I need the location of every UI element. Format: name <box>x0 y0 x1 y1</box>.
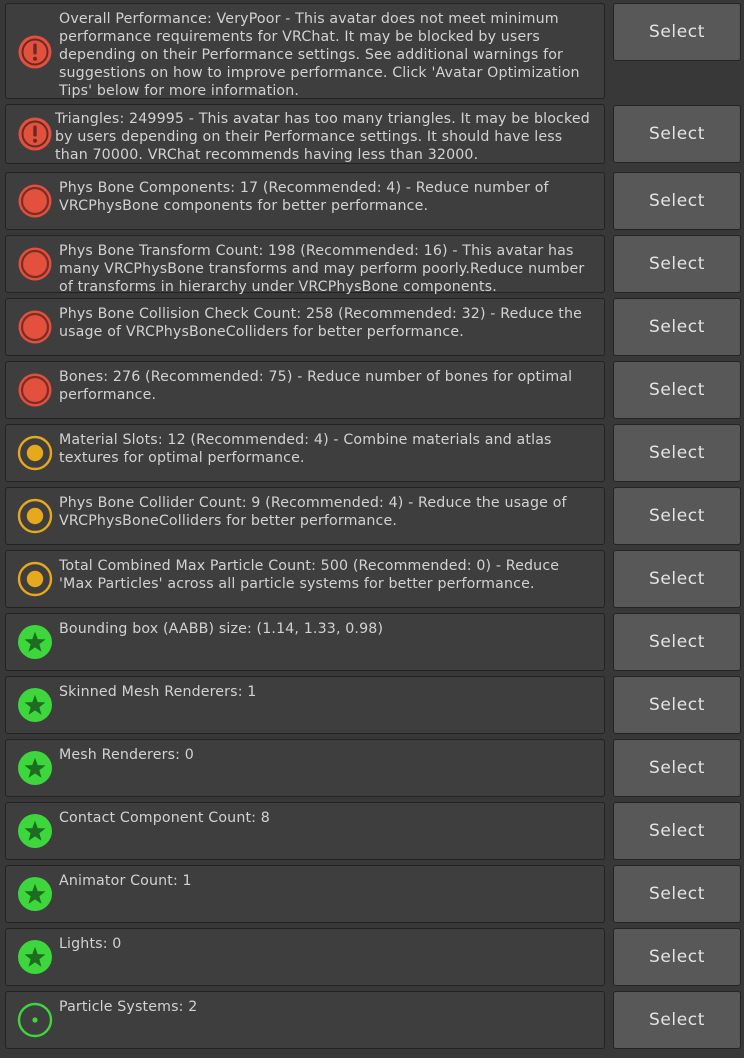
yellow-circle-icon-graphic <box>17 435 53 471</box>
green-dot-icon <box>17 1002 53 1038</box>
warning-message-box: Phys Bone Components: 17 (Recommended: 4… <box>5 172 605 230</box>
warning-text: Lights: 0 <box>59 936 122 952</box>
warning-message-box: Total Combined Max Particle Count: 500 (… <box>5 550 605 608</box>
warning-text: Mesh Renderers: 0 <box>59 747 194 763</box>
warning-message-box: Animator Count: 1 <box>5 865 605 923</box>
warning-text: Bones: 276 (Recommended: 75) - Reduce nu… <box>59 369 573 403</box>
red-circle-icon-graphic <box>18 310 52 344</box>
green-star-icon-graphic <box>18 940 52 974</box>
warning-message-box: Phys Bone Collision Check Count: 258 (Re… <box>5 298 605 356</box>
red-circle-icon <box>17 309 53 345</box>
warning-message-box: Material Slots: 12 (Recommended: 4) - Co… <box>5 424 605 482</box>
select-button[interactable]: Select <box>613 802 741 860</box>
select-button[interactable]: Select <box>613 3 741 61</box>
warning-text: Phys Bone Components: 17 (Recommended: 4… <box>59 180 549 214</box>
exclamation-icon <box>17 34 53 70</box>
green-dot-icon-graphic <box>17 1002 53 1038</box>
green-star-icon <box>17 813 53 849</box>
select-button[interactable]: Select <box>613 172 741 230</box>
warning-text: Contact Component Count: 8 <box>59 810 270 826</box>
select-button[interactable]: Select <box>613 105 741 163</box>
exclamation-icon-graphic <box>18 35 52 69</box>
performance-warning-list: Overall Performance: VeryPoor - This ava… <box>0 0 744 1058</box>
warning-message-box: Bones: 276 (Recommended: 75) - Reduce nu… <box>5 361 605 419</box>
red-circle-icon-graphic <box>18 184 52 218</box>
warning-message-box: Lights: 0 <box>5 928 605 986</box>
green-star-icon-graphic <box>18 688 52 722</box>
warning-text: Phys Bone Collider Count: 9 (Recommended… <box>59 495 567 529</box>
green-star-icon-graphic <box>18 625 52 659</box>
yellow-circle-icon-graphic <box>17 561 53 597</box>
select-button[interactable]: Select <box>613 361 741 419</box>
warning-text: Animator Count: 1 <box>59 873 192 889</box>
green-star-icon <box>17 624 53 660</box>
select-button[interactable]: Select <box>613 739 741 797</box>
green-star-icon <box>17 939 53 975</box>
select-button[interactable]: Select <box>613 487 741 545</box>
red-circle-icon <box>17 372 53 408</box>
select-button[interactable]: Select <box>613 235 741 293</box>
exclamation-icon-graphic <box>18 117 52 151</box>
warning-text: Bounding box (AABB) size: (1.14, 1.33, 0… <box>59 621 384 637</box>
green-star-icon <box>17 687 53 723</box>
yellow-circle-icon <box>17 435 53 471</box>
warning-text: Overall Performance: VeryPoor - This ava… <box>59 11 580 99</box>
yellow-circle-icon-graphic <box>17 498 53 534</box>
green-star-icon <box>17 750 53 786</box>
green-star-icon-graphic <box>18 814 52 848</box>
warning-message-box: Skinned Mesh Renderers: 1 <box>5 676 605 734</box>
warning-message-box: Overall Performance: VeryPoor - This ava… <box>5 3 605 99</box>
warning-message-box: Contact Component Count: 8 <box>5 802 605 860</box>
warning-text: Particle Systems: 2 <box>59 999 198 1015</box>
yellow-circle-icon <box>17 561 53 597</box>
red-circle-icon <box>17 183 53 219</box>
red-circle-icon <box>17 246 53 282</box>
red-circle-icon-graphic <box>18 373 52 407</box>
warning-text: Phys Bone Transform Count: 198 (Recommen… <box>59 243 585 295</box>
warning-message-box: Phys Bone Transform Count: 198 (Recommen… <box>5 235 605 295</box>
green-star-icon-graphic <box>18 751 52 785</box>
green-star-icon-graphic <box>18 877 52 911</box>
warning-message-box: Triangles: 249995 - This avatar has too … <box>5 104 605 164</box>
yellow-circle-icon <box>17 498 53 534</box>
select-button[interactable]: Select <box>613 991 741 1049</box>
select-button[interactable]: Select <box>613 550 741 608</box>
select-button[interactable]: Select <box>613 676 741 734</box>
warning-text: Skinned Mesh Renderers: 1 <box>59 684 257 700</box>
warning-message-box: Mesh Renderers: 0 <box>5 739 605 797</box>
exclamation-icon <box>17 116 53 152</box>
select-button[interactable]: Select <box>613 298 741 356</box>
warning-text: Phys Bone Collision Check Count: 258 (Re… <box>59 306 582 340</box>
warning-text: Total Combined Max Particle Count: 500 (… <box>59 558 560 592</box>
green-star-icon <box>17 876 53 912</box>
select-button[interactable]: Select <box>613 424 741 482</box>
red-circle-icon-graphic <box>18 247 52 281</box>
warning-text: Material Slots: 12 (Recommended: 4) - Co… <box>59 432 552 466</box>
warning-message-box: Particle Systems: 2 <box>5 991 605 1049</box>
warning-text: Triangles: 249995 - This avatar has too … <box>55 111 590 163</box>
select-button[interactable]: Select <box>613 865 741 923</box>
warning-message-box: Phys Bone Collider Count: 9 (Recommended… <box>5 487 605 545</box>
select-button[interactable]: Select <box>613 928 741 986</box>
select-button[interactable]: Select <box>613 613 741 671</box>
warning-message-box: Bounding box (AABB) size: (1.14, 1.33, 0… <box>5 613 605 671</box>
